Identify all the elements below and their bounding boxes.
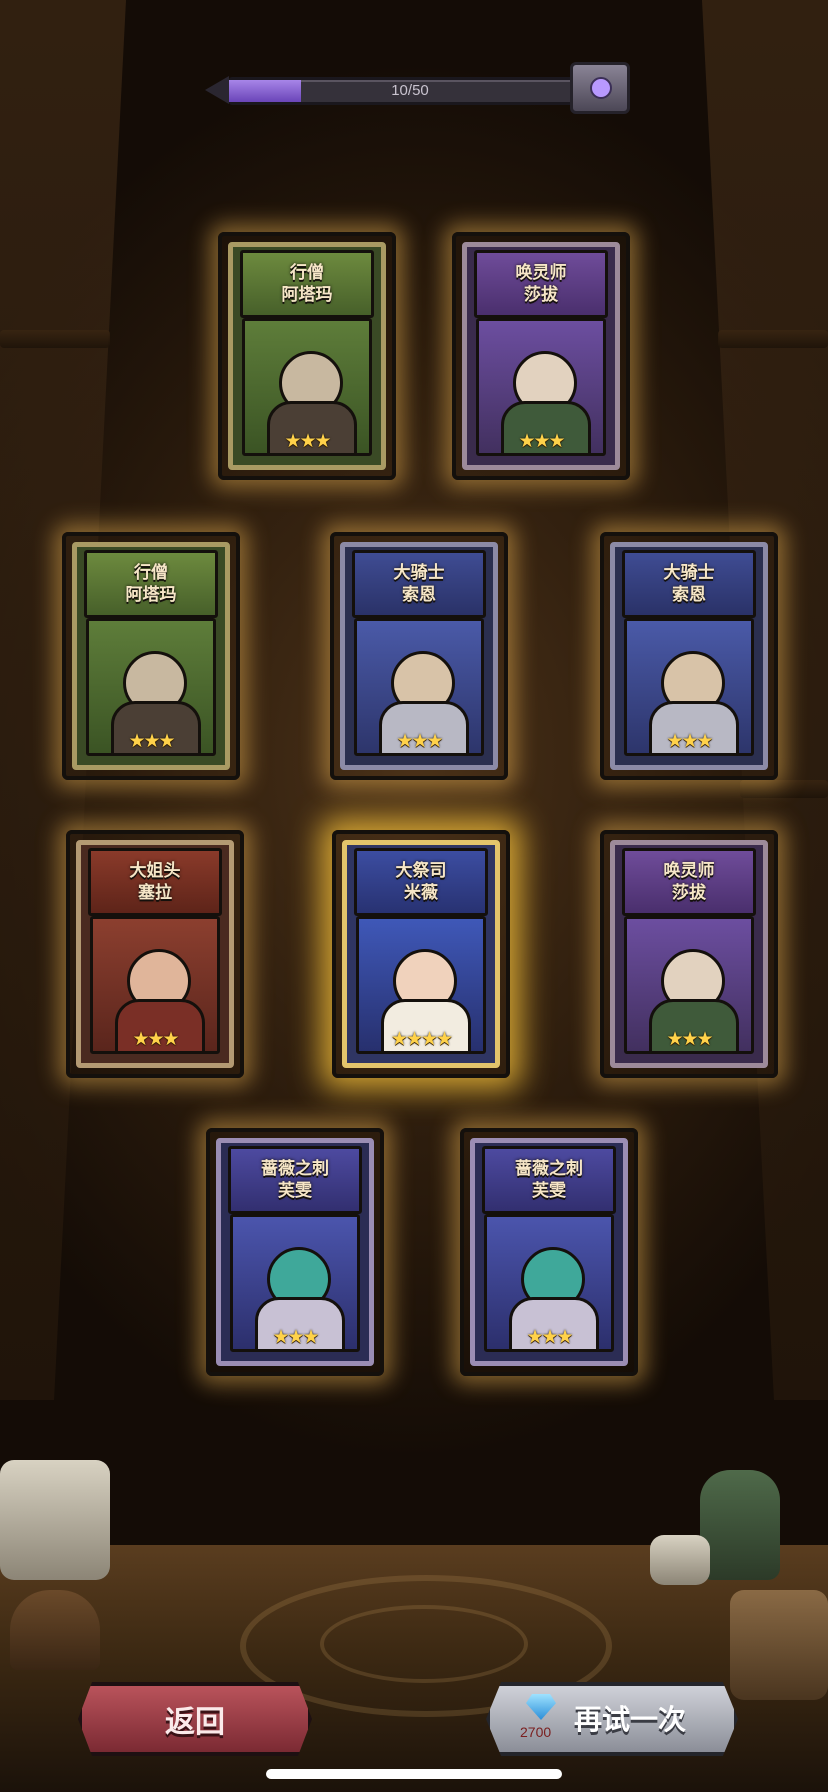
card-name-banner: 行僧 阿塔玛 (84, 550, 218, 618)
card-name-banner: 唤灵师 莎拔 (474, 250, 608, 318)
hero-title: 大祭司 (395, 861, 447, 881)
hero-name: 阿塔玛 (125, 585, 177, 605)
chest-lock-icon (590, 77, 612, 99)
hero-name: 米薇 (404, 883, 438, 903)
hero-name: 索恩 (672, 585, 706, 605)
hero-card[interactable]: 行僧 阿塔玛 ★★★ (62, 532, 240, 780)
shelf-right (718, 330, 828, 348)
diamond-icon (526, 1694, 556, 1720)
hero-title: 大骑士 (663, 563, 715, 583)
back-button[interactable]: 返回 (78, 1682, 312, 1756)
potion-bottle (700, 1470, 780, 1580)
retry-cost: 2700 (520, 1724, 552, 1740)
hero-title: 行僧 (290, 263, 324, 283)
hero-card[interactable]: 蔷薇之刺 芙雯 ★★★ (460, 1128, 638, 1376)
hero-name: 索恩 (402, 585, 436, 605)
hero-card[interactable]: 行僧 阿塔玛 ★★★ (218, 232, 396, 480)
star-rating: ★★★★ (390, 1028, 453, 1050)
hero-title: 大姐头 (129, 861, 181, 881)
hero-name: 莎拔 (524, 285, 558, 305)
table-rune-circle-inner (320, 1605, 528, 1683)
candle-cluster (0, 1460, 110, 1580)
hero-card[interactable]: 大骑士 索恩 ★★★ (600, 532, 778, 780)
arrow-left-icon (205, 76, 229, 104)
hero-name: 芙雯 (278, 1181, 312, 1201)
hero-card[interactable]: 唤灵师 莎拔 ★★★ (452, 232, 630, 480)
star-rating: ★★★ (666, 730, 713, 752)
star-rating: ★★★ (128, 730, 175, 752)
hero-card[interactable]: 大祭司 米薇 ★★★★ (332, 830, 510, 1078)
card-name-banner: 蔷薇之刺 芙雯 (482, 1146, 616, 1214)
hero-card[interactable]: 唤灵师 莎拔 ★★★ (600, 830, 778, 1078)
star-rating: ★★★ (396, 730, 443, 752)
star-rating: ★★★ (526, 1326, 573, 1348)
hero-title: 唤灵师 (515, 263, 567, 283)
star-rating: ★★★ (284, 430, 331, 452)
home-indicator[interactable] (266, 1769, 562, 1779)
card-name-banner: 大祭司 米薇 (354, 848, 488, 916)
candle-right (650, 1535, 710, 1585)
progress-label: 10/50 (391, 82, 429, 99)
retry-button-label: 再试一次 (574, 1703, 687, 1736)
hero-title: 大骑士 (393, 563, 445, 583)
reward-chest-icon[interactable] (570, 62, 630, 114)
star-rating: ★★★ (132, 1028, 179, 1050)
summon-progress-bar: 10/50 (205, 74, 597, 105)
shelf-left (0, 330, 110, 348)
star-rating: ★★★ (666, 1028, 713, 1050)
hero-title: 行僧 (134, 563, 168, 583)
barrel (730, 1590, 828, 1700)
hero-name: 塞拉 (138, 883, 172, 903)
shelf-right-lower (740, 780, 828, 798)
hero-card[interactable]: 蔷薇之刺 芙雯 ★★★ (206, 1128, 384, 1376)
hero-name: 芙雯 (532, 1181, 566, 1201)
card-name-banner: 大骑士 索恩 (622, 550, 756, 618)
star-rating: ★★★ (272, 1326, 319, 1348)
card-name-banner: 大姐头 塞拉 (88, 848, 222, 916)
card-name-banner: 行僧 阿塔玛 (240, 250, 374, 318)
lamp (10, 1590, 100, 1670)
retry-button[interactable]: 2700 再试一次 (486, 1682, 738, 1756)
hero-card[interactable]: 大骑士 索恩 ★★★ (330, 532, 508, 780)
star-rating: ★★★ (518, 430, 565, 452)
hero-card[interactable]: 大姐头 塞拉 ★★★ (66, 830, 244, 1078)
hero-title: 唤灵师 (663, 861, 715, 881)
hero-title: 蔷薇之刺 (261, 1159, 329, 1179)
card-name-banner: 唤灵师 莎拔 (622, 848, 756, 916)
hero-name: 莎拔 (672, 883, 706, 903)
hero-title: 蔷薇之刺 (515, 1159, 583, 1179)
hero-name: 阿塔玛 (281, 285, 333, 305)
card-name-banner: 蔷薇之刺 芙雯 (228, 1146, 362, 1214)
card-name-banner: 大骑士 索恩 (352, 550, 486, 618)
back-button-label: 返回 (165, 1705, 225, 1740)
